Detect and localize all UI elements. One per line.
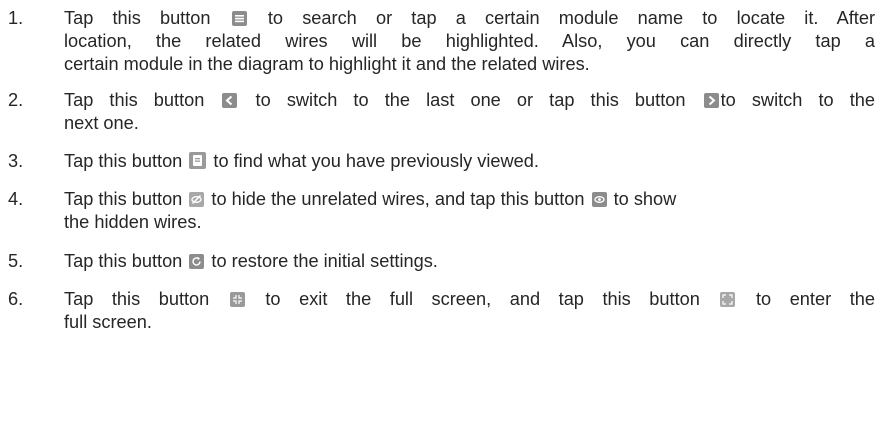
hide-icon[interactable] bbox=[189, 192, 205, 207]
step-line: Tap this button to exit the full screen,… bbox=[64, 289, 875, 309]
step-number: 3. bbox=[8, 151, 24, 171]
history-icon[interactable] bbox=[189, 152, 207, 169]
step-number: 1. bbox=[8, 8, 24, 28]
step-line: Tap this button to switch to the last on… bbox=[64, 90, 875, 110]
step-line: full screen. bbox=[64, 312, 152, 332]
list-icon[interactable] bbox=[231, 11, 247, 26]
exit-fullscreen-icon[interactable] bbox=[229, 292, 245, 307]
step-text: Tap this button to exit the full screen,… bbox=[64, 288, 875, 334]
step-line: location, the related wires will be high… bbox=[64, 31, 875, 51]
step-line: Tap this button to hide the unrelated wi… bbox=[64, 189, 677, 209]
restore-icon[interactable] bbox=[189, 254, 205, 269]
step-text: Tap this button to switch to the last on… bbox=[64, 89, 875, 135]
step-line: the hidden wires. bbox=[64, 212, 202, 232]
prev-icon[interactable] bbox=[222, 93, 238, 108]
step-text: Tap this button to search or tap a certa… bbox=[64, 7, 875, 76]
step-text: Tap this button to find what you have pr… bbox=[64, 150, 875, 173]
step-text: Tap this button to restore the initial s… bbox=[64, 250, 875, 273]
step-line: Tap this button to find what you have pr… bbox=[64, 151, 539, 171]
step-line: next one. bbox=[64, 113, 139, 133]
step-line: Tap this button to search or tap a certa… bbox=[64, 8, 876, 28]
step-number: 2. bbox=[8, 90, 24, 110]
show-icon[interactable] bbox=[591, 192, 607, 207]
step-number: 6. bbox=[8, 289, 24, 309]
step-number: 4. bbox=[8, 189, 24, 209]
next-icon[interactable] bbox=[703, 93, 719, 108]
step-text: Tap this button to hide the unrelated wi… bbox=[64, 188, 875, 234]
step-line: Tap this button to restore the initial s… bbox=[64, 251, 438, 271]
step-line: certain module in the diagram to highlig… bbox=[64, 54, 590, 74]
step-number: 5. bbox=[8, 251, 24, 271]
enter-fullscreen-icon[interactable] bbox=[720, 292, 736, 307]
